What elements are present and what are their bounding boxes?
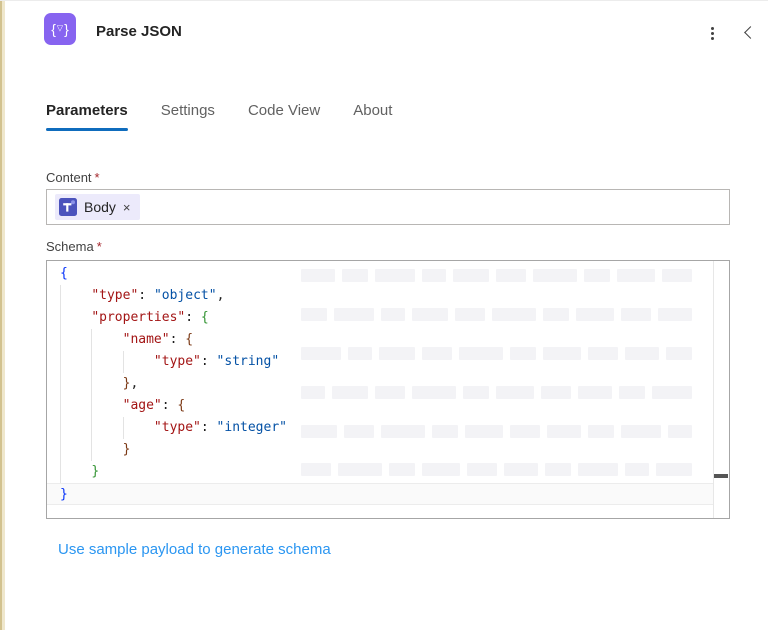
parse-json-icon: {▽} [44,13,76,45]
overview-ruler[interactable] [713,261,729,518]
code-line: } [91,464,100,479]
code-line: } [47,483,713,505]
token-label: Body [84,199,116,215]
parse-json-action-panel: {▽} Parse JSON Parameters Settings Code … [0,0,768,630]
content-label-text: Content [46,170,92,185]
more-options-icon[interactable] [702,23,722,43]
canvas-edge-strip [0,1,5,630]
teams-icon [59,198,77,216]
tab-bar: Parameters Settings Code View About [46,102,392,131]
tab-code-view[interactable]: Code View [248,102,320,128]
action-title: Parse JSON [96,23,182,40]
collapse-panel-button[interactable] [738,21,760,43]
icon-nabla: ▽ [56,23,64,33]
code-line: "type": "object", [91,288,225,303]
code-line: }, [122,376,139,391]
schema-field-label: Schema * [46,239,102,254]
schema-code-editor[interactable]: { "type": "object", "properties": { "nam… [46,260,730,519]
token-remove-icon[interactable]: × [123,201,131,214]
tab-about[interactable]: About [353,102,392,128]
generate-schema-link[interactable]: Use sample payload to generate schema [58,541,331,558]
code-line: { [60,266,68,281]
schema-code[interactable]: { "type": "object", "properties": { "nam… [47,263,713,505]
code-line: "properties": { [91,310,209,325]
content-field-label: Content * [46,170,100,185]
required-asterisk: * [96,239,102,254]
code-line: "type": "integer" [153,420,287,435]
code-line: "type": "string" [153,354,280,369]
chevron-left-icon [744,25,757,39]
code-line: } [122,442,131,457]
content-input[interactable]: Body × [46,189,730,225]
code-line: "name": { [122,332,194,347]
tab-parameters[interactable]: Parameters [46,102,128,131]
code-line: "age": { [122,398,186,413]
required-asterisk: * [94,170,100,185]
ruler-cursor-marker [714,474,728,478]
icon-brace-right: } [64,21,69,37]
body-token-pill[interactable]: Body × [55,194,140,220]
schema-label-text: Schema [46,239,94,254]
tab-settings[interactable]: Settings [161,102,215,128]
icon-brace-left: { [51,21,56,37]
